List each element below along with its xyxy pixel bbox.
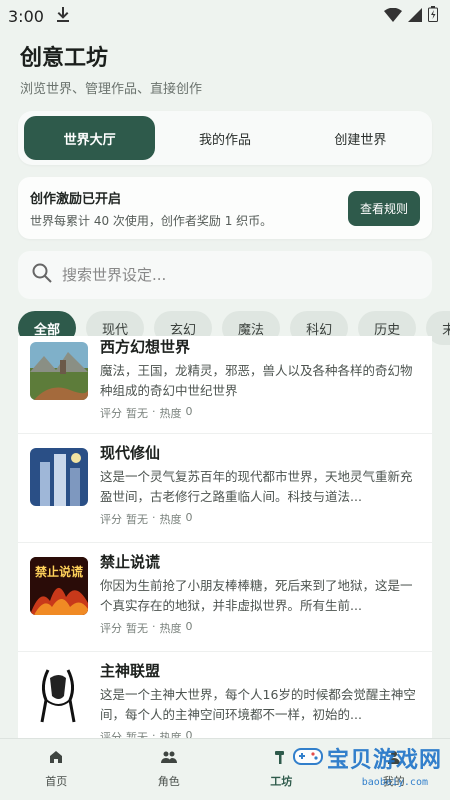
person-icon [387,750,401,767]
heat-label: 热度 [159,622,182,635]
nav-home[interactable]: 首页 [0,739,113,800]
world-meta: 评分 暂无 · 热度 0 [100,729,420,738]
tab-my-works[interactable]: 我的作品 [159,116,290,160]
rating-value: 暂无 [126,407,148,420]
home-icon [49,750,63,767]
heat-value: 0 [185,511,193,524]
nav-workshop[interactable]: 工坊 [225,739,338,800]
status-bar: 3:00 [0,0,450,32]
wifi-icon [384,7,402,26]
status-time: 3:00 [8,6,44,26]
download-icon [56,6,70,26]
world-desc: 魔法，王国，龙精灵，邪恶，兽人以及各种各样的奇幻物种组成的奇幻中世纪世界 [100,363,413,398]
page-subtitle: 浏览世界、管理作品、直接创作 [20,82,203,97]
hammer-icon [273,750,289,767]
heat-label: 热度 [159,407,182,420]
tab-world-hall[interactable]: 世界大厅 [24,116,156,160]
search-icon [32,263,52,287]
heat-label: 热度 [159,513,182,526]
view-rules-button[interactable]: 查看规则 [347,190,420,226]
world-desc: 你因为生前抢了小朋友棒棒糖，死后来到了地狱，这是一个真实存在的地狱，并非虚拟世界… [100,578,413,613]
world-thumbnail: 禁止说谎 [30,557,88,615]
meta-separator: · [152,729,156,738]
heat-value: 0 [185,405,193,418]
nav-me[interactable]: 我的 [338,739,450,800]
rating-label: 评分 [100,513,122,526]
world-thumbnail [30,448,88,506]
list-item[interactable]: 主神联盟 这是一个主神大世界，每个人16岁的时候都会觉醒主神空间，每个人的主神空… [18,652,432,738]
rating-label: 评分 [100,622,122,635]
tab-create-world[interactable]: 创建世界 [295,116,426,160]
rating-value: 暂无 [126,622,148,635]
world-title: 主神联盟 [100,662,161,680]
search-input[interactable] [62,266,418,284]
bottom-nav: 首页 角色 工坊 我的 [0,738,450,800]
incentive-desc: 世界每累计 40 次使用，创作者奖励 1 织币。 [30,213,273,228]
meta-separator: · [152,620,156,633]
signal-icon [408,7,422,26]
incentive-title: 创作激励已开启 [30,191,122,207]
world-desc: 这是一个灵气复苏百年的现代都市世界，天地灵气重新充盈世间，古老修行之路重临人间。… [100,469,413,504]
world-desc: 这是一个主神大世界，每个人16岁的时候都会觉醒主神空间，每个人的主神空间环境都不… [100,687,416,722]
incentive-card: 创作激励已开启 世界每累计 40 次使用，创作者奖励 1 织币。 查看规则 [18,177,432,239]
rating-value: 暂无 [126,513,148,526]
heat-label: 热度 [159,731,182,738]
people-icon [160,750,177,767]
nav-characters-label: 角色 [157,775,180,788]
nav-me-label: 我的 [382,775,405,788]
list-item[interactable]: 现代修仙 这是一个灵气复苏百年的现代都市世界，天地灵气重新充盈世间，古老修行之路… [18,434,432,543]
world-title: 西方幻想世界 [100,338,191,356]
list-item[interactable]: 西方幻想世界 魔法，王国，龙精灵，邪恶，兽人以及各种各样的奇幻物种组成的奇幻中世… [18,336,432,434]
rating-value: 暂无 [126,731,148,738]
rating-label: 评分 [100,731,122,738]
world-title: 禁止说谎 [100,553,161,571]
list-item[interactable]: 禁止说谎 禁止说谎 你因为生前抢了小朋友棒棒糖，死后来到了地狱，这是一个真实存在… [18,543,432,652]
world-thumbnail [30,342,88,400]
meta-separator: · [152,511,156,524]
segment-tabs: 世界大厅 我的作品 创建世界 [18,111,432,165]
world-thumbnail [30,666,88,724]
world-meta: 评分 暂无 · 热度 0 [100,405,420,421]
nav-workshop-label: 工坊 [270,775,293,788]
battery-icon [428,6,438,26]
meta-separator: · [152,405,156,418]
world-meta: 评分 暂无 · 热度 0 [100,511,420,527]
page-header: 创意工坊 浏览世界、管理作品、直接创作 [0,32,450,97]
search-bar[interactable] [18,251,432,299]
world-meta: 评分 暂无 · 热度 0 [100,620,420,636]
nav-characters[interactable]: 角色 [113,739,226,800]
heat-value: 0 [185,620,193,633]
nav-home-label: 首页 [45,775,68,788]
rating-label: 评分 [100,407,122,420]
world-list: 西方幻想世界 魔法，王国，龙精灵，邪恶，兽人以及各种各样的奇幻物种组成的奇幻中世… [18,336,432,738]
thumbnail-caption: 禁止说谎 [34,565,83,579]
page-title: 创意工坊 [20,46,109,71]
heat-value: 0 [185,729,193,738]
world-title: 现代修仙 [100,444,161,462]
